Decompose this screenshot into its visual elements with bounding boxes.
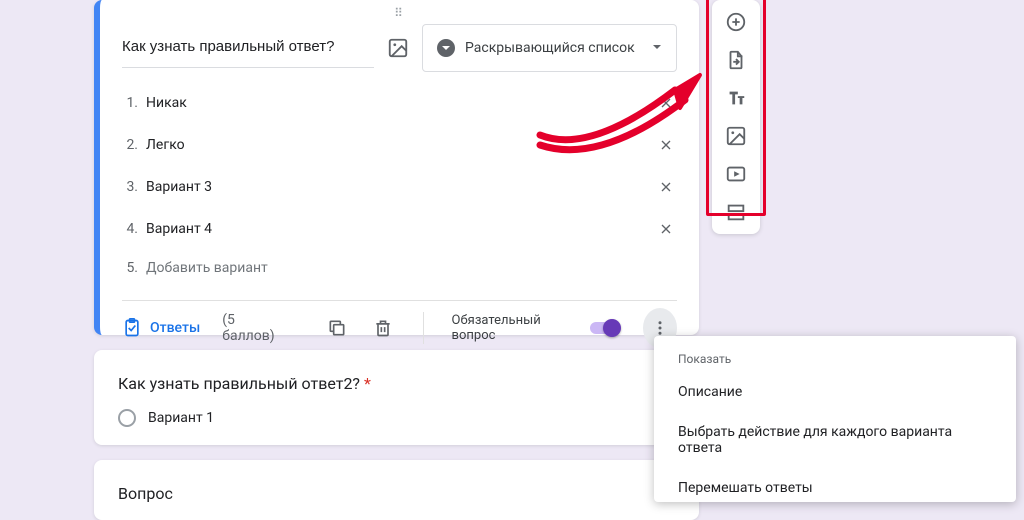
option-number: 4. — [122, 221, 138, 237]
trash-icon — [373, 318, 393, 338]
required-toggle[interactable] — [590, 319, 621, 337]
radio-icon[interactable] — [118, 409, 136, 427]
add-question-button[interactable] — [724, 10, 748, 34]
question-title: Как узнать правильный ответ2? * — [118, 374, 675, 393]
divider — [423, 312, 424, 344]
add-video-button[interactable] — [724, 162, 748, 186]
question-title-input[interactable] — [122, 28, 374, 68]
required-star-icon: * — [364, 374, 371, 393]
close-icon — [658, 179, 674, 195]
question-card-active: ⠿ Раскрывающийся список 1. Никак — [94, 0, 699, 335]
option-number: 5. — [122, 260, 138, 276]
image-icon — [387, 37, 409, 59]
image-icon — [725, 125, 747, 147]
plus-circle-icon — [725, 11, 747, 33]
option-row[interactable]: 4. Вариант 4 — [122, 218, 677, 240]
side-toolbar — [712, 0, 760, 234]
close-icon — [658, 221, 674, 237]
add-option-row[interactable]: 5. Добавить вариант — [122, 260, 677, 276]
close-icon — [658, 137, 674, 153]
question-type-dropdown[interactable]: Раскрывающийся список — [422, 24, 677, 72]
add-image-button[interactable] — [386, 36, 410, 60]
question-type-label: Раскрывающийся список — [465, 40, 642, 56]
dropdown-type-icon — [437, 39, 455, 57]
answer-key-icon — [122, 318, 142, 338]
delete-button[interactable] — [371, 314, 395, 342]
section-icon — [725, 201, 747, 223]
question-title: Вопрос — [118, 484, 675, 503]
close-icon — [658, 95, 674, 111]
copy-icon — [327, 318, 347, 338]
remove-option-button[interactable] — [655, 176, 677, 198]
question-card[interactable]: Вопрос — [94, 460, 699, 520]
chevron-down-icon — [652, 40, 662, 56]
import-icon — [725, 49, 747, 71]
question-footer: Ответы (5 баллов) Обязательный вопрос — [122, 300, 677, 354]
question-card[interactable]: Как узнать правильный ответ2? * Вариант … — [94, 350, 699, 445]
add-title-button[interactable] — [724, 86, 748, 110]
add-option-text[interactable]: Добавить вариант — [146, 260, 677, 276]
remove-option-button[interactable] — [655, 134, 677, 156]
more-options-menu: Показать Описание Выбрать действие для к… — [654, 336, 1016, 502]
menu-item-go-to-section[interactable]: Выбрать действие для каждого варианта от… — [654, 412, 1016, 468]
option-text[interactable]: Вариант 3 — [146, 179, 647, 195]
option-text[interactable]: Никак — [146, 95, 647, 111]
remove-option-button[interactable] — [655, 92, 677, 114]
option-row[interactable]: 3. Вариант 3 — [122, 176, 677, 198]
duplicate-button[interactable] — [325, 314, 349, 342]
options-list: 1. Никак 2. Легко 3. Вариант 3 — [122, 92, 677, 276]
option-row[interactable]: 1. Никак — [122, 92, 677, 114]
menu-item-description[interactable]: Описание — [654, 372, 1016, 412]
option-text: Вариант 1 — [148, 410, 214, 426]
option-row[interactable]: Вариант 1 — [118, 409, 675, 427]
menu-item-shuffle[interactable]: Перемешать ответы — [654, 468, 1016, 508]
answer-key-label: Ответы — [150, 320, 200, 336]
option-number: 3. — [122, 179, 138, 195]
add-section-button[interactable] — [724, 200, 748, 224]
option-number: 2. — [122, 137, 138, 153]
menu-section-label: Показать — [654, 350, 1016, 372]
import-questions-button[interactable] — [724, 48, 748, 72]
text-icon — [725, 87, 747, 109]
more-vert-icon — [651, 319, 669, 337]
video-icon — [725, 163, 747, 185]
add-image-button[interactable] — [724, 124, 748, 148]
required-label: Обязательный вопрос — [452, 313, 568, 343]
option-number: 1. — [122, 95, 138, 111]
option-text[interactable]: Легко — [146, 137, 647, 153]
remove-option-button[interactable] — [655, 218, 677, 240]
option-row[interactable]: 2. Легко — [122, 134, 677, 156]
answer-key-button[interactable]: Ответы — [122, 318, 200, 338]
option-text[interactable]: Вариант 4 — [146, 221, 647, 237]
points-label: (5 баллов) — [222, 312, 281, 344]
drag-handle-icon[interactable]: ⠿ — [394, 6, 405, 20]
